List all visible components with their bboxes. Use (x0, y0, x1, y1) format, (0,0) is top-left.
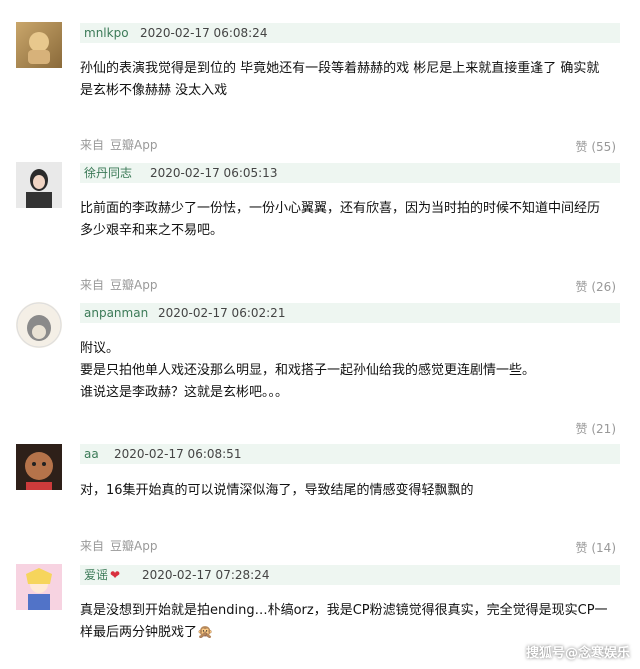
source-app-link[interactable]: 豆瓣App (110, 278, 157, 292)
comment-line: 对，16集开始真的可以说情深似海了，导致结尾的情感变得轻飘飘的 (80, 483, 474, 498)
comment-line: 孙仙的表演我觉得是到位的 毕竟她还有一段等着赫赫的戏 彬尼是上来就直接重逢了 确… (80, 61, 600, 76)
girl-avatar-icon (16, 162, 62, 208)
totoro-avatar-icon (16, 302, 62, 348)
dog-avatar-icon (28, 32, 50, 64)
comment-text: 真是没想到开始就是拍ending…朴缟orz，我是CP粉滤镜觉得很真实，完全觉得… (80, 600, 620, 644)
watermark: 搜狐号@念寒娱乐 (525, 646, 630, 661)
timestamp: 2020-02-17 07:28:24 (142, 568, 270, 582)
dog-avatar[interactable] (16, 22, 62, 68)
timestamp: 2020-02-17 06:08:24 (140, 26, 268, 40)
username-link[interactable]: anpanman (84, 303, 148, 323)
username-link[interactable]: mnlkpo (84, 23, 129, 43)
totoro-avatar[interactable] (16, 302, 62, 348)
comment-header: aa 2020-02-17 06:08:51 (80, 444, 620, 464)
source-label: 来自 (80, 278, 105, 292)
timestamp: 2020-02-17 06:02:21 (158, 306, 286, 320)
source-app-link[interactable]: 豆瓣App (110, 138, 157, 152)
source-label: 来自 (80, 138, 105, 152)
sailor-moon-avatar[interactable] (16, 564, 62, 610)
comment-line: 比前面的李政赫少了一份怯，一份小心翼翼，还有欣喜，因为当时拍的时候不知道中间经历 (80, 201, 601, 216)
source-app-link[interactable]: 豆瓣App (110, 539, 157, 553)
comment-line: 真是没想到开始就是拍ending…朴缟orz，我是CP粉滤镜觉得很真实，完全觉得… (80, 603, 608, 618)
username-link[interactable]: 徐丹同志 (84, 163, 132, 183)
source-label: 来自 (80, 539, 105, 553)
like-button[interactable]: 赞 (14) (576, 539, 616, 556)
comment-text: 孙仙的表演我觉得是到位的 毕竟她还有一段等着赫赫的戏 彬尼是上来就直接重逢了 确… (80, 58, 620, 102)
comment-text: 比前面的李政赫少了一份怯，一份小心翼翼，还有欣喜，因为当时拍的时候不知道中间经历… (80, 198, 620, 242)
comment-line: 谁说这是李政赫？这就是玄彬吧。。。 (80, 385, 289, 400)
heart-icon: ❤ (110, 568, 121, 582)
username-text: 爱谣 (84, 568, 109, 582)
comment-line: 要是只拍他单人戏还没那么明显，和戏搭子一起孙仙给我的感觉更连剧情一些。 (80, 363, 536, 378)
comment-source: 来自 豆瓣App (80, 136, 157, 153)
comment-header: mnlkpo 2020-02-17 06:08:24 (80, 23, 620, 43)
like-button[interactable]: 赞 (55) (576, 138, 616, 155)
comment-line: 样最后两分钟脱戏了🙊 (80, 625, 214, 640)
girl-avatar[interactable] (16, 162, 62, 208)
username-link[interactable]: 爱谣 ❤ (84, 565, 120, 585)
timestamp: 2020-02-17 06:08:51 (114, 447, 242, 461)
comment-source: 来自 豆瓣App (80, 276, 157, 293)
comment-text: 对，16集开始真的可以说情深似海了，导致结尾的情感变得轻飘飘的 (80, 480, 620, 502)
like-button[interactable]: 赞 (26) (576, 278, 616, 295)
comment-text: 附议。 要是只拍他单人戏还没那么明显，和戏搭子一起孙仙给我的感觉更连剧情一些。 … (80, 338, 620, 404)
like-button[interactable]: 赞 (21) (576, 420, 616, 437)
comment-source: 来自 豆瓣App (80, 537, 157, 554)
comment-line: 多少艰辛和来之不易吧。 (80, 223, 224, 238)
poodle-avatar-icon (16, 444, 62, 490)
poodle-avatar[interactable] (16, 444, 62, 490)
username-link[interactable]: aa (84, 444, 99, 464)
timestamp: 2020-02-17 06:05:13 (150, 166, 278, 180)
comment-line: 附议。 (80, 341, 120, 356)
comment-line: 是玄彬不像赫赫 没太入戏 (80, 83, 228, 98)
sailor-moon-avatar-icon (16, 564, 62, 610)
comment-header: 爱谣 ❤ 2020-02-17 07:28:24 (80, 565, 620, 585)
comment-header: 徐丹同志 2020-02-17 06:05:13 (80, 163, 620, 183)
comment-header: anpanman 2020-02-17 06:02:21 (80, 303, 620, 323)
